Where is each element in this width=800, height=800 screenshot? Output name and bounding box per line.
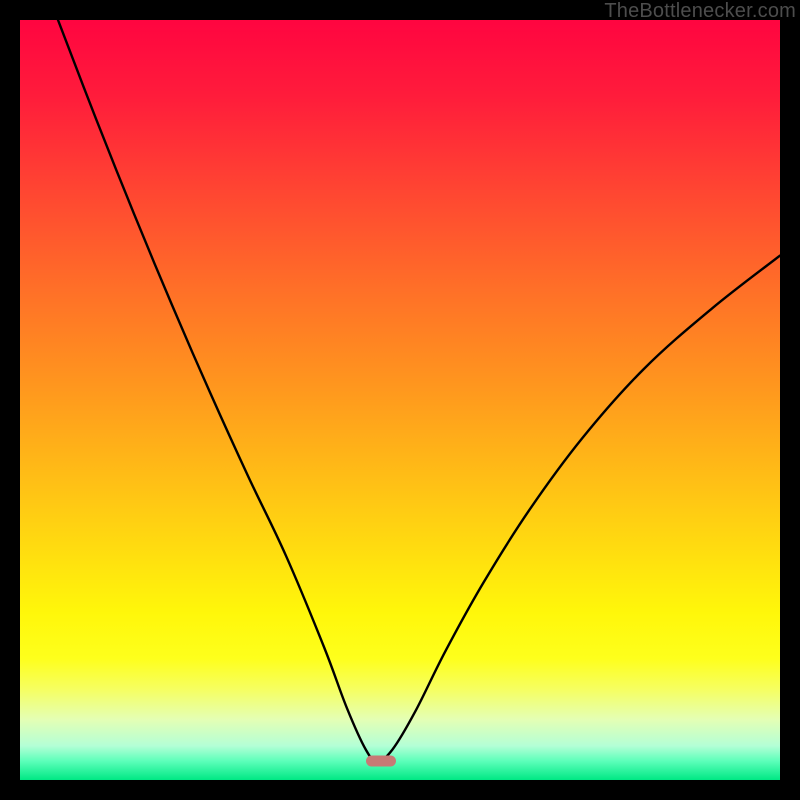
- watermark-text: TheBottlenecker.com: [604, 0, 796, 23]
- plot-area: [20, 20, 780, 780]
- optimal-marker: [366, 756, 396, 767]
- bottleneck-curve: [20, 20, 780, 780]
- chart-frame: TheBottlenecker.com: [0, 0, 800, 800]
